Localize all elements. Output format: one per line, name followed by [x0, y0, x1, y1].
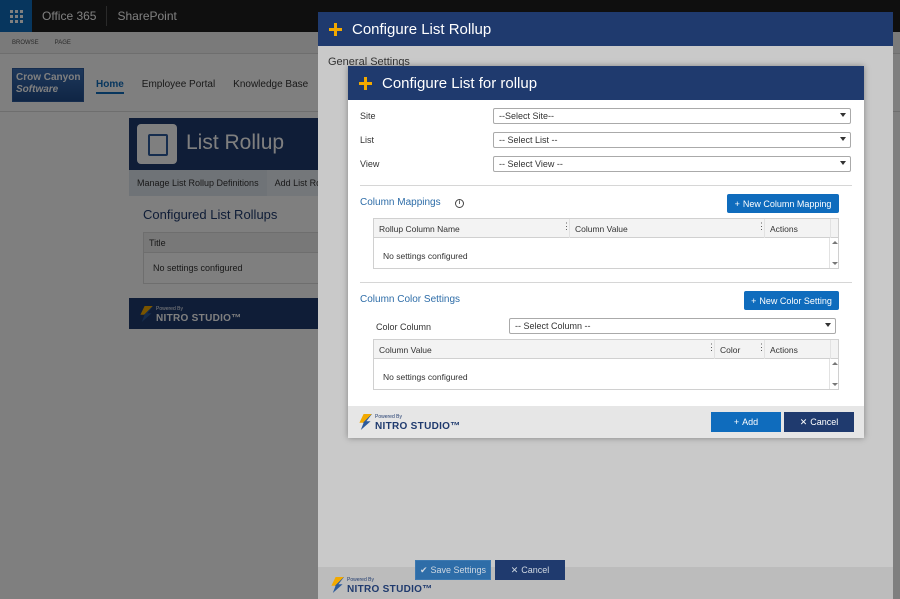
- column-color-settings-heading: Column Color Settings: [360, 294, 461, 305]
- plus-icon: +: [751, 295, 757, 306]
- dialog-footer: Powered By NITRO STUDIO™: [318, 567, 893, 599]
- vertical-scrollbar[interactable]: [829, 238, 838, 268]
- inner-dialog-header: Configure List for rollup: [348, 66, 864, 100]
- view-select-value: -- Select View --: [499, 159, 563, 169]
- close-icon: ✕: [799, 416, 808, 427]
- chevron-down-icon: [840, 161, 846, 165]
- save-settings-button[interactable]: ✔ Save Settings: [415, 560, 491, 580]
- plus-icon: +: [733, 417, 740, 427]
- column-mappings-grid: Rollup Column Name Column Value Actions …: [373, 218, 839, 269]
- view-label: View: [360, 159, 380, 169]
- outer-cancel-label: Cancel: [521, 565, 550, 575]
- new-color-setting-label: New Color Setting: [759, 295, 832, 306]
- add-button[interactable]: + Add: [711, 412, 781, 432]
- list-label: List: [360, 135, 375, 145]
- vertical-scrollbar[interactable]: [829, 359, 838, 389]
- header-label: Column Value: [575, 224, 628, 234]
- nitro-bolt-icon: [359, 414, 372, 430]
- chevron-down-icon: [840, 137, 846, 141]
- scroll-down-icon[interactable]: [832, 262, 838, 265]
- nitro-bolt-icon: [331, 577, 344, 593]
- column-menu-icon[interactable]: [757, 221, 766, 233]
- nitro-studio-text: NITRO STUDIO™: [375, 421, 461, 432]
- column-menu-icon[interactable]: [562, 221, 571, 233]
- site-select-value: --Select Site--: [499, 111, 555, 121]
- plus-icon: [359, 77, 372, 90]
- save-settings-label: Save Settings: [430, 565, 487, 575]
- chevron-down-icon: [840, 113, 846, 117]
- grid-header: Column Value Color Actions: [374, 340, 838, 359]
- header-label: Column Value: [379, 345, 432, 355]
- view-select[interactable]: -- Select View --: [493, 156, 851, 172]
- column-header-rollup-name[interactable]: Rollup Column Name: [374, 219, 571, 238]
- nitro-studio-logo: Powered By NITRO STUDIO™: [358, 413, 461, 432]
- column-menu-icon[interactable]: [707, 342, 716, 354]
- new-column-mapping-button[interactable]: + New Column Mapping: [727, 194, 839, 213]
- configure-list-dialog: Configure List for rollup Site --Select …: [348, 66, 864, 438]
- plus-icon: +: [734, 198, 740, 209]
- site-select[interactable]: --Select Site--: [493, 108, 851, 124]
- column-header-color[interactable]: Color: [715, 340, 766, 359]
- plus-icon: [329, 23, 342, 36]
- column-mappings-heading: Column Mappings: [360, 197, 441, 208]
- column-menu-icon[interactable]: [757, 342, 766, 354]
- new-color-setting-button[interactable]: + New Color Setting: [744, 291, 839, 310]
- color-column-select[interactable]: -- Select Column --: [509, 318, 836, 334]
- list-select[interactable]: -- Select List --: [493, 132, 851, 148]
- column-header-column-value[interactable]: Column Value: [570, 219, 766, 238]
- section-divider: [360, 185, 852, 186]
- header-label: Actions: [770, 345, 798, 355]
- column-header-actions: Actions: [765, 340, 831, 359]
- cancel-button[interactable]: ✕ Cancel: [784, 412, 854, 432]
- dialog-header: Configure List Rollup: [318, 12, 893, 46]
- new-column-mapping-label: New Column Mapping: [742, 198, 832, 209]
- scroll-up-icon[interactable]: [832, 241, 838, 244]
- nitro-studio-text: NITRO STUDIO™: [347, 584, 433, 595]
- column-header-column-value[interactable]: Column Value: [374, 340, 716, 359]
- column-header-actions: Actions: [765, 219, 831, 238]
- cancel-label: Cancel: [810, 417, 839, 427]
- info-icon[interactable]: i: [455, 199, 464, 208]
- scroll-up-icon[interactable]: [832, 362, 838, 365]
- color-column-select-value: -- Select Column --: [515, 321, 591, 331]
- color-settings-grid: Column Value Color Actions No settings c…: [373, 339, 839, 390]
- header-label: Actions: [770, 224, 798, 234]
- section-divider: [360, 282, 852, 283]
- scroll-down-icon[interactable]: [832, 383, 838, 386]
- color-column-label: Color Column: [376, 322, 432, 332]
- empty-message: No settings configured: [383, 372, 468, 382]
- inner-dialog-title: Configure List for rollup: [382, 75, 538, 92]
- header-label: Color: [720, 345, 741, 355]
- close-icon: ✕: [510, 564, 519, 575]
- site-label: Site: [360, 111, 376, 121]
- list-select-value: -- Select List --: [499, 135, 558, 145]
- dialog-title: Configure List Rollup: [352, 21, 492, 38]
- check-icon: ✔: [419, 564, 428, 575]
- add-label: Add: [742, 417, 759, 427]
- chevron-down-icon: [825, 323, 831, 327]
- grid-header: Rollup Column Name Column Value Actions: [374, 219, 838, 238]
- header-label: Rollup Column Name: [379, 224, 460, 234]
- empty-message: No settings configured: [383, 251, 468, 261]
- outer-cancel-button[interactable]: ✕ Cancel: [495, 560, 565, 580]
